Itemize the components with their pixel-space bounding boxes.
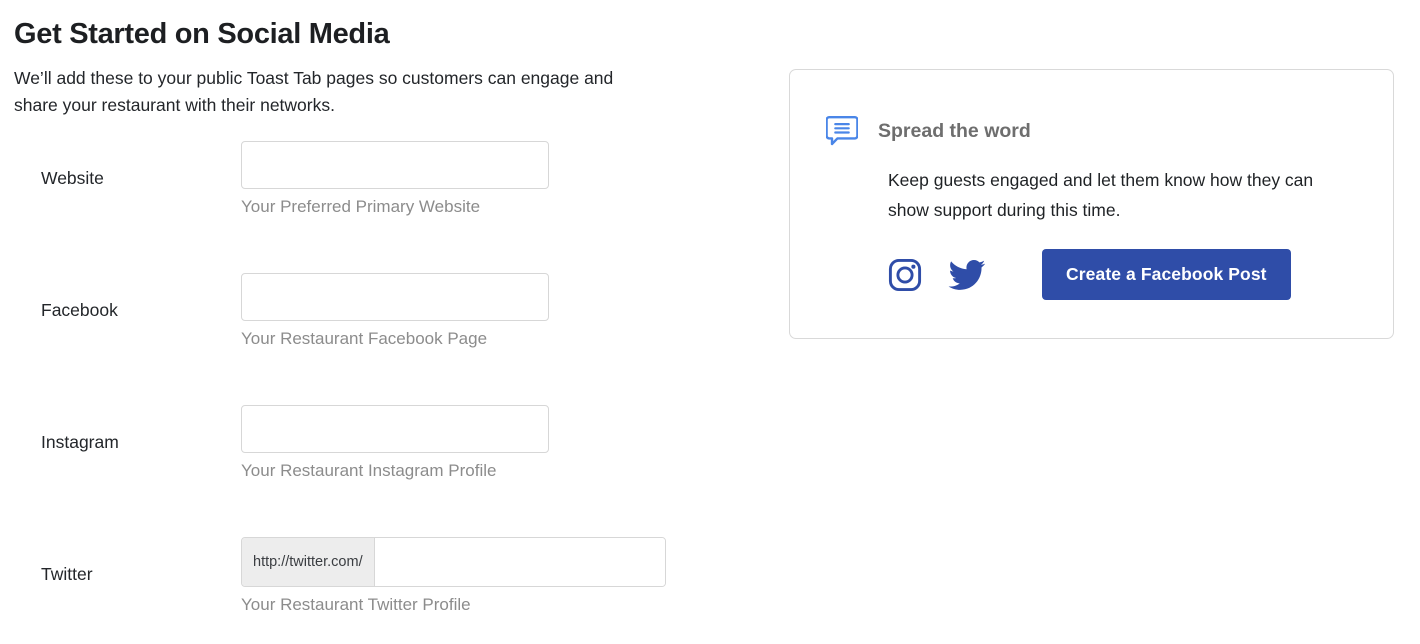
card-title: Spread the word xyxy=(878,120,1031,142)
page-title: Get Started on Social Media xyxy=(14,18,390,50)
helper-website: Your Preferred Primary Website xyxy=(241,197,481,216)
helper-instagram: Your Restaurant Instagram Profile xyxy=(241,461,497,480)
twitter-input-group: http://twitter.com/ xyxy=(241,537,666,587)
field-instagram: Your Restaurant Instagram Profile xyxy=(241,405,549,482)
facebook-input[interactable] xyxy=(241,273,549,321)
social-media-setup-page: Get Started on Social Media We’ll add th… xyxy=(0,0,1420,644)
create-facebook-post-button[interactable]: Create a Facebook Post xyxy=(1042,249,1291,300)
label-instagram: Instagram xyxy=(41,432,119,452)
website-input[interactable] xyxy=(241,141,549,189)
twitter-input[interactable] xyxy=(374,538,665,586)
speech-bubble-icon xyxy=(825,115,859,152)
page-subtitle: We’ll add these to your public Toast Tab… xyxy=(14,68,614,115)
label-website: Website xyxy=(41,168,104,188)
card-actions: Create a Facebook Post xyxy=(888,249,1363,300)
field-website: Your Preferred Primary Website xyxy=(241,141,549,218)
card-header: Spread the word xyxy=(825,112,1363,152)
form-row-instagram: Instagram Your Restaurant Instagram Prof… xyxy=(14,405,714,537)
form-row-website: Website Your Preferred Primary Website xyxy=(14,141,714,273)
helper-facebook: Your Restaurant Facebook Page xyxy=(241,329,488,348)
form-row-twitter: Twitter http://twitter.com/ Your Restaur… xyxy=(14,537,714,644)
twitter-bird-icon xyxy=(948,259,986,291)
form-row-facebook: Facebook Your Restaurant Facebook Page xyxy=(14,273,714,405)
instagram-icon-button[interactable] xyxy=(888,258,922,292)
form-column: Get Started on Social Media We’ll add th… xyxy=(14,12,714,644)
twitter-icon-button[interactable] xyxy=(948,259,986,291)
field-twitter: http://twitter.com/ Your Restaurant Twit… xyxy=(241,537,666,616)
instagram-input[interactable] xyxy=(241,405,549,453)
label-facebook: Facebook xyxy=(41,300,118,320)
helper-twitter: Your Restaurant Twitter Profile xyxy=(241,595,471,614)
twitter-url-prefix: http://twitter.com/ xyxy=(242,538,375,586)
field-facebook: Your Restaurant Facebook Page xyxy=(241,273,549,350)
card-content: Spread the word Keep guests engaged and … xyxy=(825,112,1363,300)
instagram-icon xyxy=(888,258,922,292)
spread-the-word-card: Spread the word Keep guests engaged and … xyxy=(789,69,1394,339)
label-twitter: Twitter xyxy=(41,564,93,584)
social-links-form: Website Your Preferred Primary Website F… xyxy=(14,141,714,644)
card-body-text: Keep guests engaged and let them know ho… xyxy=(888,170,1314,220)
